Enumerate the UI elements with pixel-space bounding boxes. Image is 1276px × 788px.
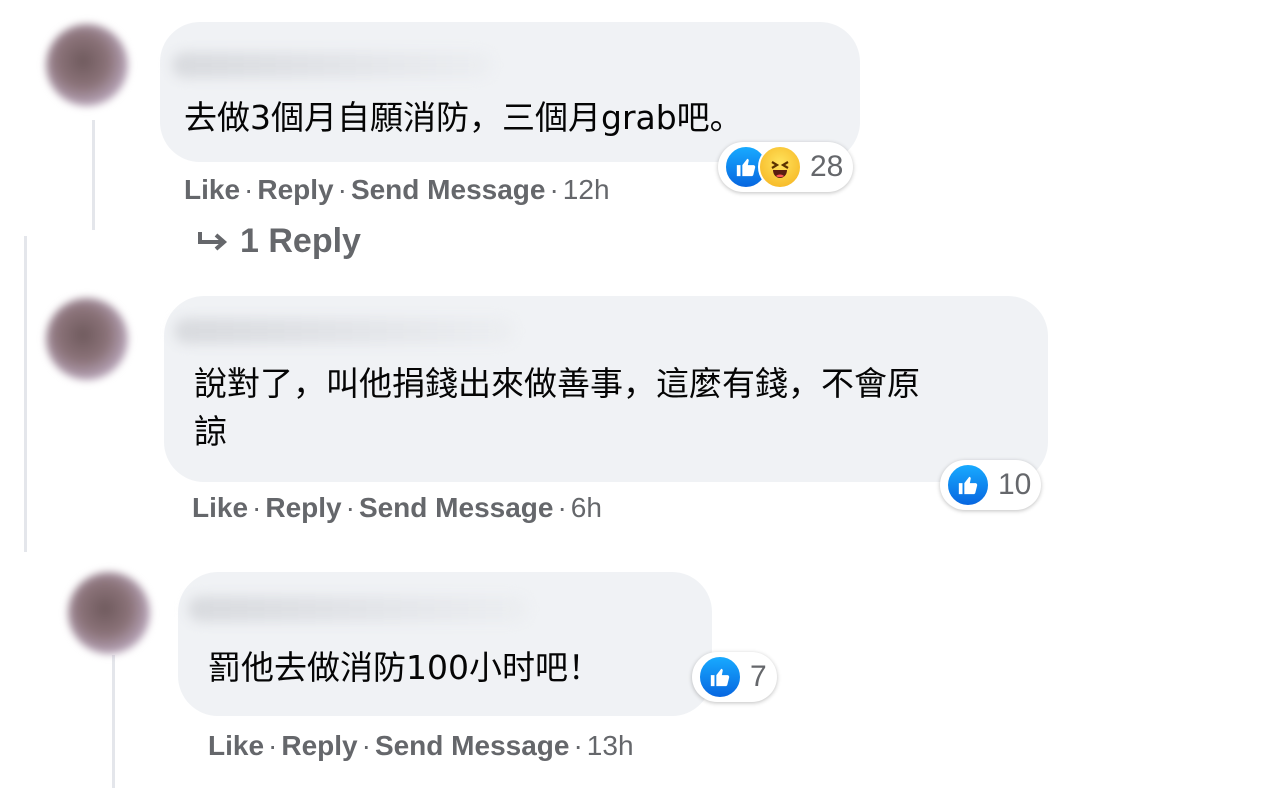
reaction-summary[interactable]: 7 xyxy=(692,652,777,702)
comment: 罰他去做消防100小时吧！ 7 Like · Reply · Send Message ·… xyxy=(0,0,1276,788)
like-link[interactable]: Like xyxy=(208,730,264,761)
timestamp[interactable]: 13h xyxy=(587,730,634,761)
reply-link[interactable]: Reply xyxy=(281,730,357,761)
separator: · xyxy=(268,730,278,761)
commenter-name[interactable] xyxy=(188,596,528,622)
separator: · xyxy=(573,730,583,761)
comment-actions: Like · Reply · Send Message · 13h xyxy=(208,730,634,762)
separator: · xyxy=(361,730,371,761)
avatar[interactable] xyxy=(68,572,150,654)
like-icon xyxy=(698,655,742,699)
comment-bubble: 罰他去做消防100小时吧！ xyxy=(178,572,712,716)
comment-text: 罰他去做消防100小时吧！ xyxy=(208,648,601,687)
reaction-count: 7 xyxy=(750,660,767,693)
send-message-link[interactable]: Send Message xyxy=(375,730,570,761)
